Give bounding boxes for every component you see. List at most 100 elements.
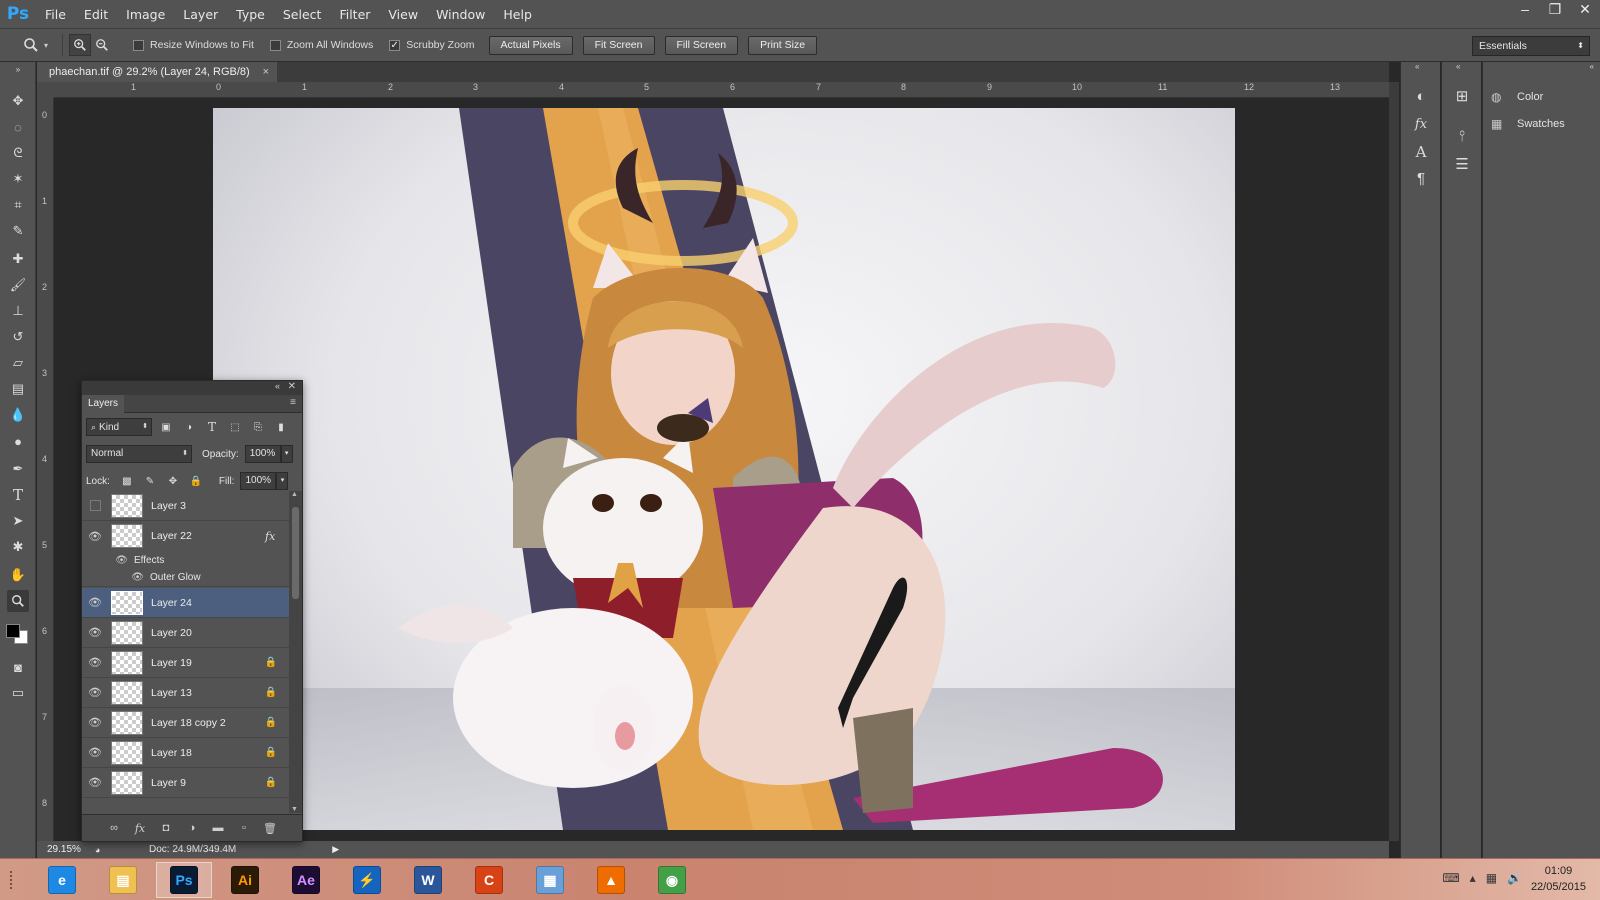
filter-kind-select[interactable]: ⌕ Kind ⬍ [86,418,152,436]
move-tool-icon[interactable]: ✥ [7,90,29,112]
document-tab[interactable]: phaechan.tif @ 29.2% (Layer 24, RGB/8) × [37,62,277,82]
adjustment-layer-filter-icon[interactable]: ◑ [180,418,198,436]
status-menu-arrow-icon[interactable]: ▶ [332,844,339,855]
restore-button[interactable]: ❐ [1540,0,1570,20]
brush-settings-icon[interactable]: ☰ [1452,154,1472,174]
print-size-button[interactable]: Print Size [748,35,818,55]
menu-window[interactable]: Window [427,7,494,22]
layer-row[interactable]: 👁 Layer 9 🔒 [82,768,289,798]
pen-tool-icon[interactable]: ✒ [7,458,29,480]
character-icon[interactable]: A [1411,142,1431,162]
paragraph-icon[interactable]: ¶ [1411,168,1431,188]
close-window-button[interactable]: ✕ [1570,0,1600,20]
fill-input[interactable]: 100% [240,472,277,490]
custom-shape-tool-icon[interactable]: ✱ [7,536,29,558]
eye-icon[interactable]: 👁 [82,596,108,609]
effect-row[interactable]: 👁 Outer Glow [82,569,289,587]
layer-row[interactable]: 👁 Layer 22 fx [82,521,289,551]
eye-icon[interactable]: 👁 [82,776,108,789]
taskbar-app-word[interactable]: W [400,862,456,898]
layers-scrollbar[interactable]: ▲ ▼ [289,491,302,813]
visibility-toggle-off[interactable] [90,500,101,511]
new-group-icon[interactable]: ▬ [205,822,231,834]
tool-preset-chevron-icon[interactable]: ▾ [44,41,48,50]
new-adjustment-layer-icon[interactable]: ◑ [179,822,205,834]
eye-icon[interactable]: 👁 [82,746,108,759]
hand-tool-icon[interactable]: ✋ [7,564,29,586]
menu-edit[interactable]: Edit [75,7,117,22]
magic-wand-tool-icon[interactable]: ✶ [7,168,29,190]
layer-row[interactable]: 👁 Layer 13 🔒 [82,678,289,708]
styles-icon[interactable]: fx [1411,114,1431,134]
taskbar-app-vlc[interactable]: ▲ [583,862,639,898]
clone-stamp-tool-icon[interactable]: ⊥ [7,300,29,322]
eye-icon[interactable]: 👁 [82,555,134,566]
crop-tool-icon[interactable]: ⌗ [7,194,29,216]
zoom-in-icon[interactable] [69,34,92,56]
taskbar-app-lightning[interactable]: ⚡ [339,862,395,898]
layer-row[interactable]: 👁 Layer 19 🔒 [82,648,289,678]
taskbar-app-after-effects[interactable]: Ae [278,862,334,898]
quick-mask-icon[interactable]: ◙ [7,656,29,678]
taskbar-app-chrome[interactable]: ◉ [644,862,700,898]
taskbar-app-illustrator[interactable]: Ai [217,862,273,898]
zoom-tool-icon[interactable] [7,590,29,612]
taskbar-app-ccleaner[interactable]: C [461,862,517,898]
taskbar-app-internet-explorer[interactable]: e [34,862,90,898]
tray-expand-icon[interactable]: ▴ [1470,871,1476,885]
type-tool-icon[interactable]: T [7,484,29,506]
fill-screen-button[interactable]: Fill Screen [664,35,739,55]
link-layers-icon[interactable]: ∞ [101,822,127,834]
blend-mode-select[interactable]: Normal ⬍ [86,445,192,463]
adjustments-icon[interactable]: ⊞ [1452,86,1472,106]
add-layer-style-icon[interactable]: fx [127,822,153,835]
add-mask-icon[interactable]: ◘ [153,822,179,834]
color-panel-tab[interactable]: ◍ Color [1491,86,1543,108]
opacity-dropdown-icon[interactable]: ▾ [280,445,293,463]
scroll-down-icon[interactable]: ▼ [291,806,298,813]
taskbar-app-file-explorer[interactable]: ▤ [95,862,151,898]
fit-screen-button[interactable]: Fit Screen [582,35,655,55]
shape-layer-filter-icon[interactable]: ⬚ [226,418,244,436]
close-panel-icon[interactable]: ✕ [288,381,296,392]
type-layer-filter-icon[interactable]: T [203,418,221,436]
healing-brush-tool-icon[interactable]: ✚ [7,248,29,270]
menu-view[interactable]: View [379,7,427,22]
taskbar-clock[interactable]: 01:09 22/05/2015 [1531,863,1586,895]
menu-layer[interactable]: Layer [174,7,227,22]
brush-tool-icon[interactable]: 🖌 [7,274,29,296]
scroll-up-icon[interactable]: ▲ [291,491,298,498]
workspace-select[interactable]: Essentials ⬍ [1472,36,1590,56]
taskbar-app-photoshop[interactable]: Ps [156,862,212,898]
path-selection-tool-icon[interactable]: ➤ [7,510,29,532]
status-info-icon[interactable]: ◕ [95,845,109,855]
vertical-ruler[interactable]: 0 1 2 3 4 5 6 7 8 [37,98,54,841]
brush-presets-icon[interactable]: ⫯ [1452,126,1472,146]
actual-pixels-button[interactable]: Actual Pixels [488,35,573,55]
collapse-panel-icon[interactable]: « [1590,62,1594,71]
scrollbar-thumb[interactable] [292,507,299,599]
collapse-toolbar-icon[interactable]: » [7,64,29,74]
ruler-origin[interactable] [37,82,54,98]
history-icon[interactable]: ◐ [1411,86,1431,106]
eye-icon[interactable]: 👁 [82,572,150,583]
filter-toggle-icon[interactable]: ▮ [272,418,290,436]
collapse-dock-icon[interactable]: « [1415,62,1419,71]
smart-object-filter-icon[interactable]: ⎘ [249,418,267,436]
eyedropper-tool-icon[interactable]: ✎ [7,220,29,242]
lock-transparent-icon[interactable]: ▩ [118,472,136,490]
network-icon[interactable]: ▦ [1486,871,1497,885]
scrubby-zoom-checkbox[interactable]: ✓ Scrubby Zoom [389,39,475,51]
new-layer-icon[interactable]: ▫ [231,822,257,834]
pixel-layer-filter-icon[interactable]: ▣ [157,418,175,436]
effects-row[interactable]: 👁 Effects [82,551,289,569]
vertical-scrollbar[interactable] [1389,82,1399,841]
layer-row-selected[interactable]: 👁 Layer 24 [82,588,289,618]
menu-help[interactable]: Help [494,7,541,22]
fill-dropdown-icon[interactable]: ▾ [276,472,289,490]
layer-effects-icon[interactable]: fx [265,530,281,543]
blur-tool-icon[interactable]: 💧 [7,404,29,426]
layers-panel-titlebar[interactable]: « ✕ [82,381,302,395]
dodge-tool-icon[interactable]: ● [7,430,29,452]
menu-image[interactable]: Image [117,7,174,22]
